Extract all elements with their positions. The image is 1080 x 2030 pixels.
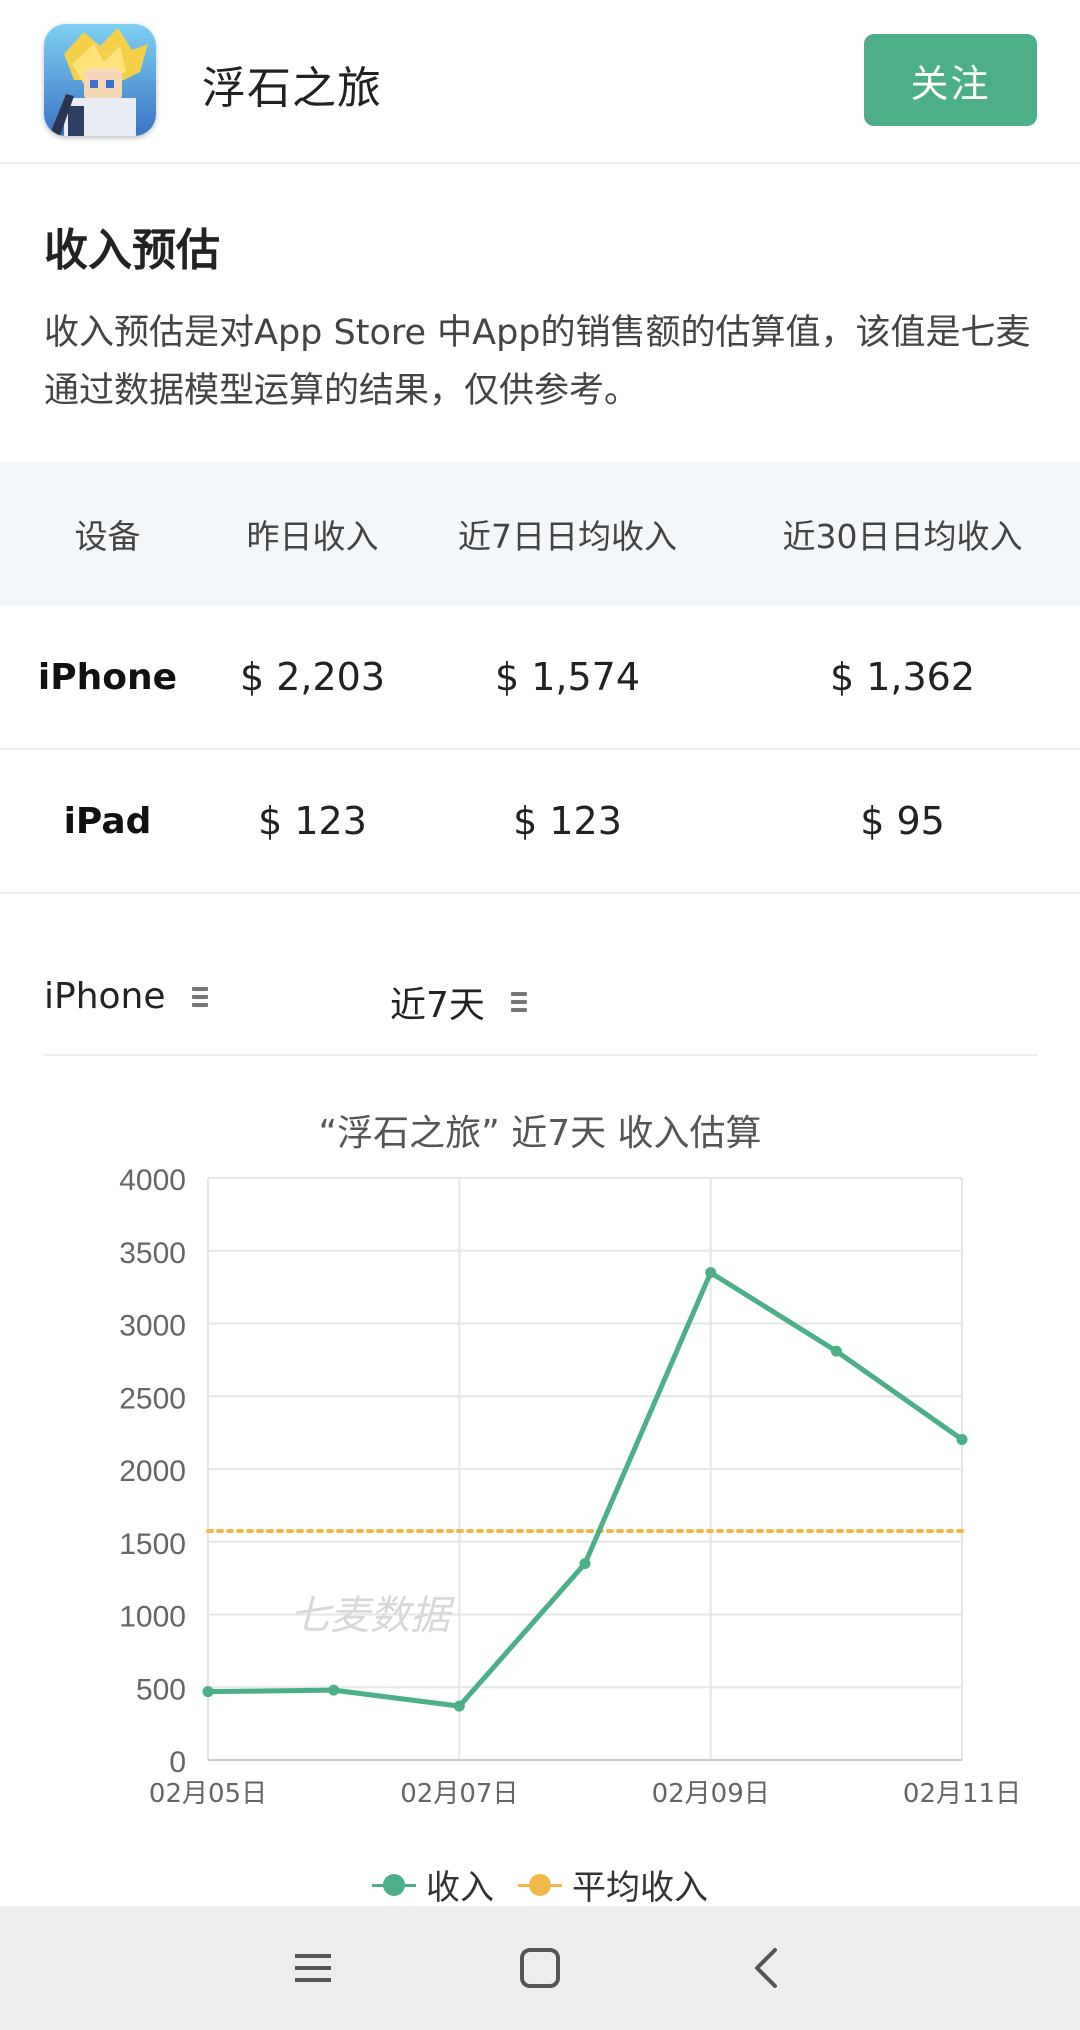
app-icon[interactable] xyxy=(44,24,156,136)
x-tick-label: 02月07日 xyxy=(400,1779,518,1809)
y-tick-label: 4000 xyxy=(119,1164,186,1197)
revenue-title: 收入预估 xyxy=(44,225,220,276)
chart-filters: iPhone 近7天 xyxy=(44,958,1038,1056)
table-row: iPad $ 123 $ 123 $ 95 xyxy=(0,750,1080,894)
period-selector-label: 近7天 xyxy=(390,985,485,1026)
avg7-revenue: $ 123 xyxy=(513,799,622,843)
data-point-revenue xyxy=(328,1684,340,1696)
device-selector[interactable]: iPhone xyxy=(44,976,208,1017)
legend-marker xyxy=(518,1873,562,1896)
legend-label: 收入 xyxy=(426,1868,494,1908)
table-header: 设备 昨日收入 近7日日均收入 近30日日均收入 xyxy=(0,462,1080,606)
y-tick-label: 2500 xyxy=(119,1382,186,1415)
chart-title: “浮石之旅” 近7天 收入估算 xyxy=(318,1113,762,1154)
period-selector[interactable]: 近7天 xyxy=(390,976,527,1028)
x-tick-label: 02月09日 xyxy=(652,1779,770,1809)
y-tick-label: 500 xyxy=(136,1673,186,1706)
device-selector-label: iPhone xyxy=(44,976,166,1017)
nav-menu-button[interactable] xyxy=(273,1928,353,2008)
data-point-revenue xyxy=(202,1686,214,1698)
column-header-avg7: 近7日日均收入 xyxy=(458,517,677,556)
menu-icon xyxy=(510,992,527,1012)
data-point-revenue xyxy=(705,1267,717,1279)
column-header-device: 设备 xyxy=(74,517,141,556)
device-name: iPad xyxy=(63,800,152,842)
y-tick-label: 1000 xyxy=(119,1601,186,1634)
nav-back-button[interactable] xyxy=(727,1928,807,2008)
yesterday-revenue: $ 123 xyxy=(258,799,367,843)
follow-button[interactable]: 关注 xyxy=(864,34,1037,126)
y-tick-label: 1500 xyxy=(119,1528,186,1561)
table-row: iPhone $ 2,203 $ 1,574 $ 1,362 xyxy=(0,606,1080,750)
device-name: iPhone xyxy=(37,656,178,698)
y-tick-label: 3000 xyxy=(119,1310,186,1343)
back-chevron-icon xyxy=(754,1948,777,1988)
data-point-revenue xyxy=(453,1700,465,1712)
legend-label: 平均收入 xyxy=(572,1868,708,1908)
avg30-revenue: $ 1,362 xyxy=(829,655,976,699)
y-tick-label: 0 xyxy=(169,1746,186,1779)
column-header-yesterday: 昨日收入 xyxy=(246,517,379,556)
legend-marker xyxy=(372,1873,416,1896)
nav-home-button[interactable] xyxy=(500,1928,580,2008)
revenue-description: 收入预估是对App Store 中App的销售额的估算值，该值是七麦通过数据模型… xyxy=(44,313,1031,411)
legend-item-revenue[interactable]: 收入 xyxy=(372,1860,494,1909)
avg7-revenue: $ 1,574 xyxy=(494,655,641,699)
y-tick-label: 3500 xyxy=(119,1237,186,1270)
chart-legend: 收入 平均收入 xyxy=(0,1860,1080,1909)
legend-item-average[interactable]: 平均收入 xyxy=(518,1860,708,1909)
y-tick-label: 2000 xyxy=(119,1455,186,1488)
series-line-revenue xyxy=(207,1270,964,1709)
x-tick-label: 02月05日 xyxy=(149,1779,267,1809)
data-point-revenue xyxy=(830,1345,842,1357)
home-square-icon xyxy=(519,1948,560,1988)
revenue-table: 设备 昨日收入 近7日日均收入 近30日日均收入 iPhone $ 2,203 … xyxy=(0,462,1080,894)
chart-watermark: 七麦数据 xyxy=(290,1593,455,1639)
revenue-chart: 0 500 1000 1500 2000 2500 3000 3500 4000 02月05日 02… xyxy=(0,1090,1080,1910)
x-tick-label: 02月11日 xyxy=(903,1779,1021,1809)
chart-canvas: 0 500 1000 1500 2000 2500 3000 3500 4000 02月05日 02… xyxy=(119,1164,1021,1809)
yesterday-revenue: $ 2,203 xyxy=(239,655,386,699)
app-header: 浮石之旅 关注 xyxy=(0,0,1080,164)
column-header-avg30: 近30日日均收入 xyxy=(782,517,1023,556)
data-point-revenue xyxy=(579,1558,591,1570)
menu-lines-icon xyxy=(295,1954,332,1982)
system-nav-bar xyxy=(0,1906,1080,2030)
menu-icon xyxy=(191,986,208,1007)
data-point-revenue xyxy=(956,1433,968,1445)
avg30-revenue: $ 95 xyxy=(860,799,945,843)
app-name: 浮石之旅 xyxy=(202,63,382,114)
